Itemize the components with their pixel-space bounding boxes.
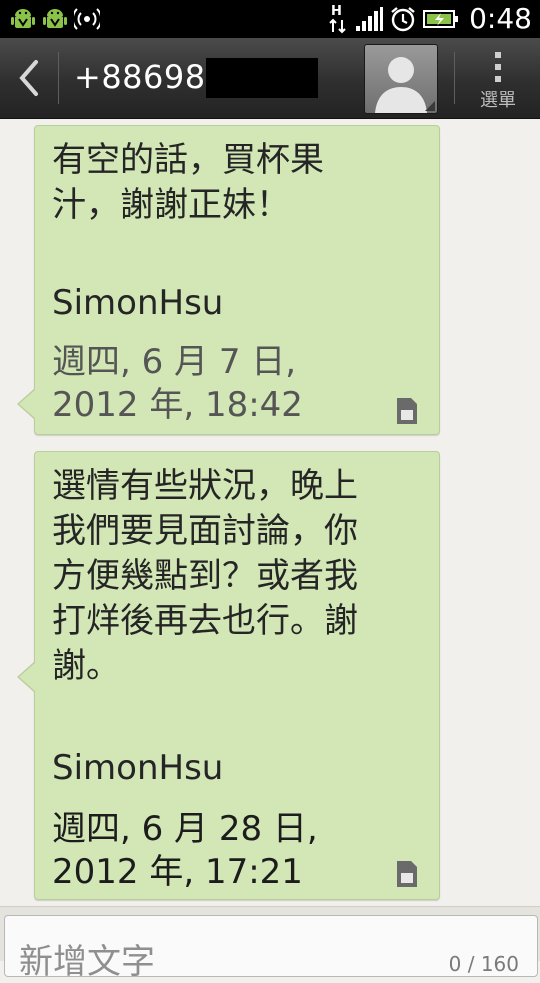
divider [454, 52, 455, 104]
menu-label: 選單 [480, 90, 516, 111]
alarm-clock-icon [391, 7, 415, 32]
hspa-data-icon: H [329, 4, 346, 34]
signal-bars-icon [356, 7, 384, 31]
battery-charging-icon [423, 10, 459, 28]
divider [58, 52, 59, 104]
status-bar: H 0:48 [0, 0, 540, 38]
message-signature: SimonHsu [52, 283, 224, 323]
overflow-menu-icon [495, 52, 501, 82]
notification-icons [10, 6, 100, 32]
message-body: 選情有些狀況，晚上 我們要見面討論，你 方便幾點到？或者我 打烊後再去也行。謝 … [52, 466, 358, 686]
wifi-hotspot-icon [74, 8, 100, 30]
message-timestamp: 週四, 6 月 28 日, 2012 年, 17:21 [52, 809, 318, 892]
back-arrow-icon[interactable] [10, 54, 50, 102]
android-debug-icon [11, 9, 35, 28]
compose-bar: 新增文字 0 / 160 [0, 906, 540, 982]
redaction-block [206, 58, 318, 98]
conversation-header: +886988 選單 [0, 38, 540, 119]
compose-text-field[interactable]: 新增文字 0 / 160 [4, 915, 538, 982]
sim-card-icon [397, 861, 417, 887]
person-silhouette-icon [375, 57, 435, 113]
message-bubble[interactable]: 有空的話，買杯果 汁，謝謝正妹！ SimonHsu 週四, 6 月 7 日, 2… [17, 125, 440, 435]
message-bubble[interactable]: 選情有些狀況，晚上 我們要見面討論，你 方便幾點到？或者我 打烊後再去也行。謝 … [17, 451, 440, 900]
system-icons: H 0:48 [327, 2, 532, 36]
menu-button[interactable]: 選單 [468, 46, 528, 112]
message-body: 有空的話，買杯果 汁，謝謝正妹！ [52, 140, 324, 225]
contact-phone-number[interactable]: +886988 [74, 58, 226, 96]
sim-card-icon [397, 398, 417, 424]
message-signature: SimonHsu [52, 748, 224, 788]
network-type-label: H [331, 4, 342, 19]
character-counter: 0 / 160 [448, 952, 519, 976]
status-clock: 0:48 [469, 2, 532, 35]
message-timestamp: 週四, 6 月 7 日, 2012 年, 18:42 [52, 342, 303, 425]
contact-avatar[interactable] [364, 44, 438, 114]
compose-placeholder: 新增文字 [19, 942, 155, 982]
android-debug-icon [43, 9, 67, 28]
